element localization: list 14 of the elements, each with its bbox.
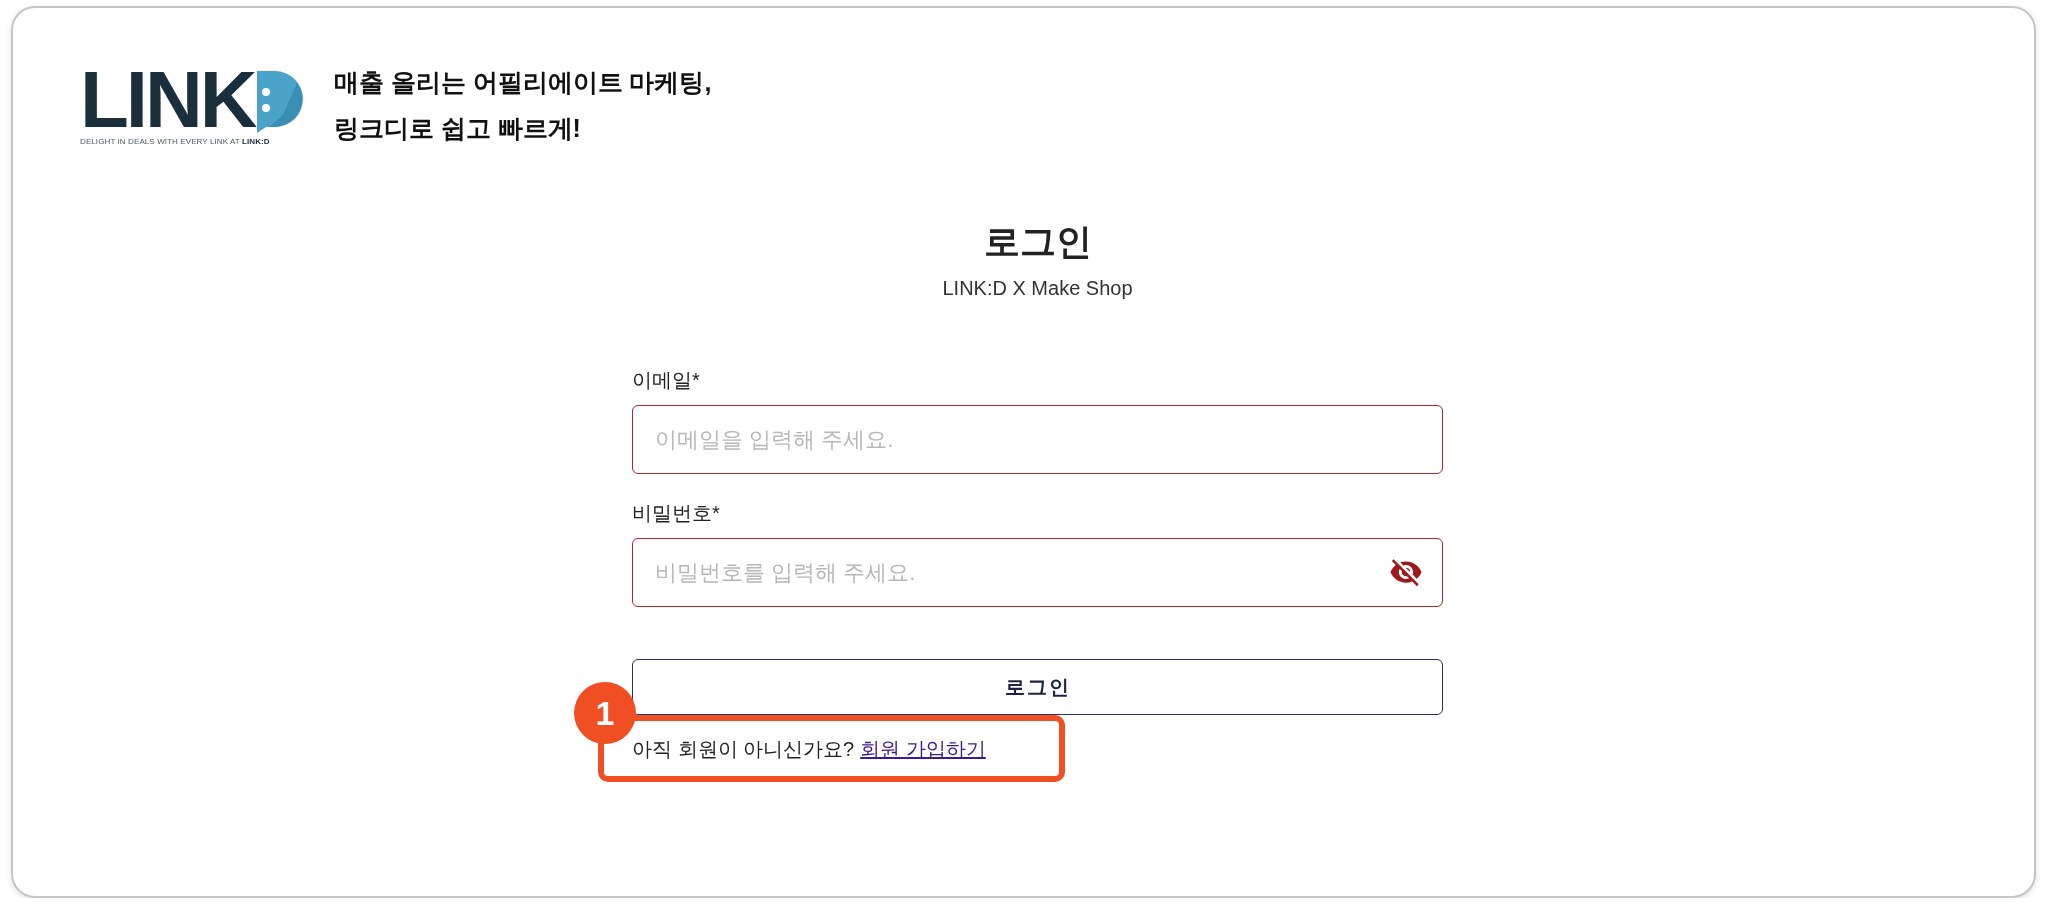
speech-bubble-icon bbox=[256, 71, 303, 133]
field-label: 이메일* bbox=[632, 368, 700, 393]
page-title: 로그인 bbox=[983, 220, 1092, 264]
number-badge: 1 bbox=[574, 682, 636, 744]
login-button[interactable]: 로그인 bbox=[632, 659, 1443, 715]
logo-tagline: DELIGHT IN DEALS WITH EVERY LINK AT LINK:D bbox=[80, 137, 271, 147]
page-subtitle: LINK:D X Make Shop bbox=[942, 276, 1133, 301]
signup-link[interactable]: 회원 가입하기 bbox=[860, 734, 986, 763]
password-field[interactable]: 비밀번호를 입력해 주세요. bbox=[632, 538, 1443, 607]
logo-wordmark: LINK bbox=[80, 68, 255, 132]
field-label: 비밀번호* bbox=[632, 501, 720, 526]
headline-text: 링크디로 쉽고 빠르게! bbox=[333, 113, 582, 144]
email-field[interactable]: 이메일을 입력해 주세요. bbox=[632, 405, 1443, 474]
headline-text: 매출 올리는 어필리에이트 마케팅, bbox=[333, 67, 712, 98]
